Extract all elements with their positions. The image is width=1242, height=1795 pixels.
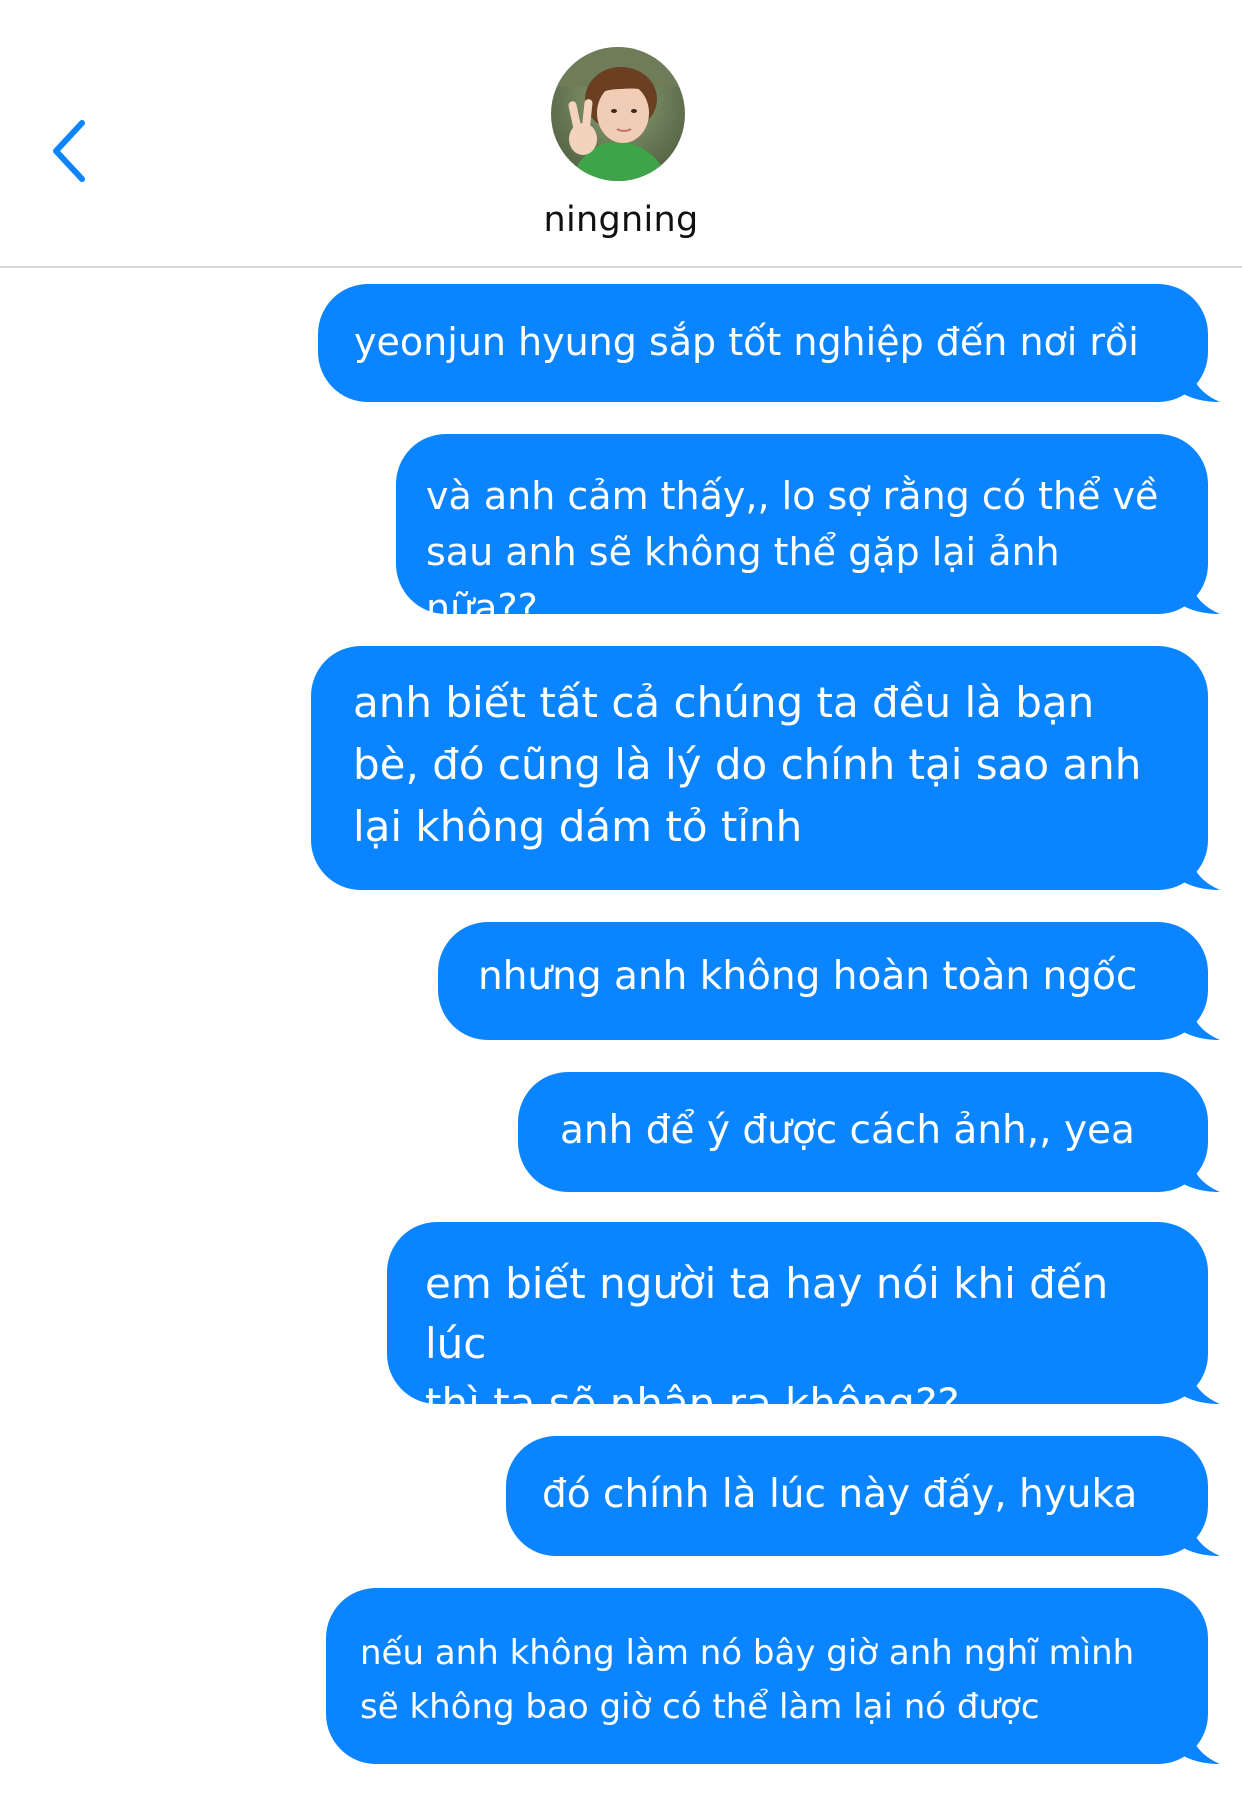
message-bubble[interactable]: nếu anh không làm nó bây giờ anh nghĩ mì… [326,1588,1220,1764]
message-text: nếu anh không làm nó bây giờ anh nghĩ mì… [360,1633,1135,1727]
message-bubble[interactable]: nhưng anh không hoàn toàn ngốc [438,922,1220,1040]
message-bubble[interactable]: và anh cảm thấy,, lo sợ rằng có thể về s… [396,434,1220,630]
message-bubble[interactable]: anh biết tất cả chúng ta đều là bạn bè, … [311,646,1220,890]
bubble-tail [1180,364,1220,402]
bubble-tail [1180,1726,1220,1764]
bubble-tail [1180,1518,1220,1556]
message-text: anh để ý được cách ảnh,, yea [560,1108,1135,1153]
message-bubble[interactable]: em biết người ta hay nói khi đến lúc thì… [387,1222,1220,1428]
chevron-left-icon [53,120,85,182]
bubble-tail [1180,852,1220,890]
message-text: yeonjun hyung sắp tốt nghiệp đến nơi rồi [354,320,1139,364]
back-button[interactable] [40,105,110,195]
message-bubble[interactable]: đó chính là lúc này đấy, hyuka [506,1436,1220,1556]
bubble-tail [1180,576,1220,614]
bubble-tail [1180,1154,1220,1192]
avatar-photo [551,47,685,181]
message-text: đó chính là lúc này đấy, hyuka [542,1472,1138,1517]
message-bubble[interactable]: anh để ý được cách ảnh,, yea [518,1072,1220,1192]
bubble-tail [1180,1366,1220,1404]
message-text: nhưng anh không hoàn toàn ngốc [478,954,1138,999]
avatar[interactable] [551,47,685,181]
message-text: em biết người ta hay nói khi đến lúc thì… [425,1259,1109,1428]
contact-name[interactable]: ningning [0,200,1242,240]
message-bubble[interactable]: yeonjun hyung sắp tốt nghiệp đến nơi rồi [318,284,1220,402]
message-text: và anh cảm thấy,, lo sợ rằng có thể về s… [426,474,1159,630]
chat-header: ningning [0,0,1242,268]
message-text: anh biết tất cả chúng ta đều là bạn bè, … [353,678,1142,851]
bubble-tail [1180,1002,1220,1040]
